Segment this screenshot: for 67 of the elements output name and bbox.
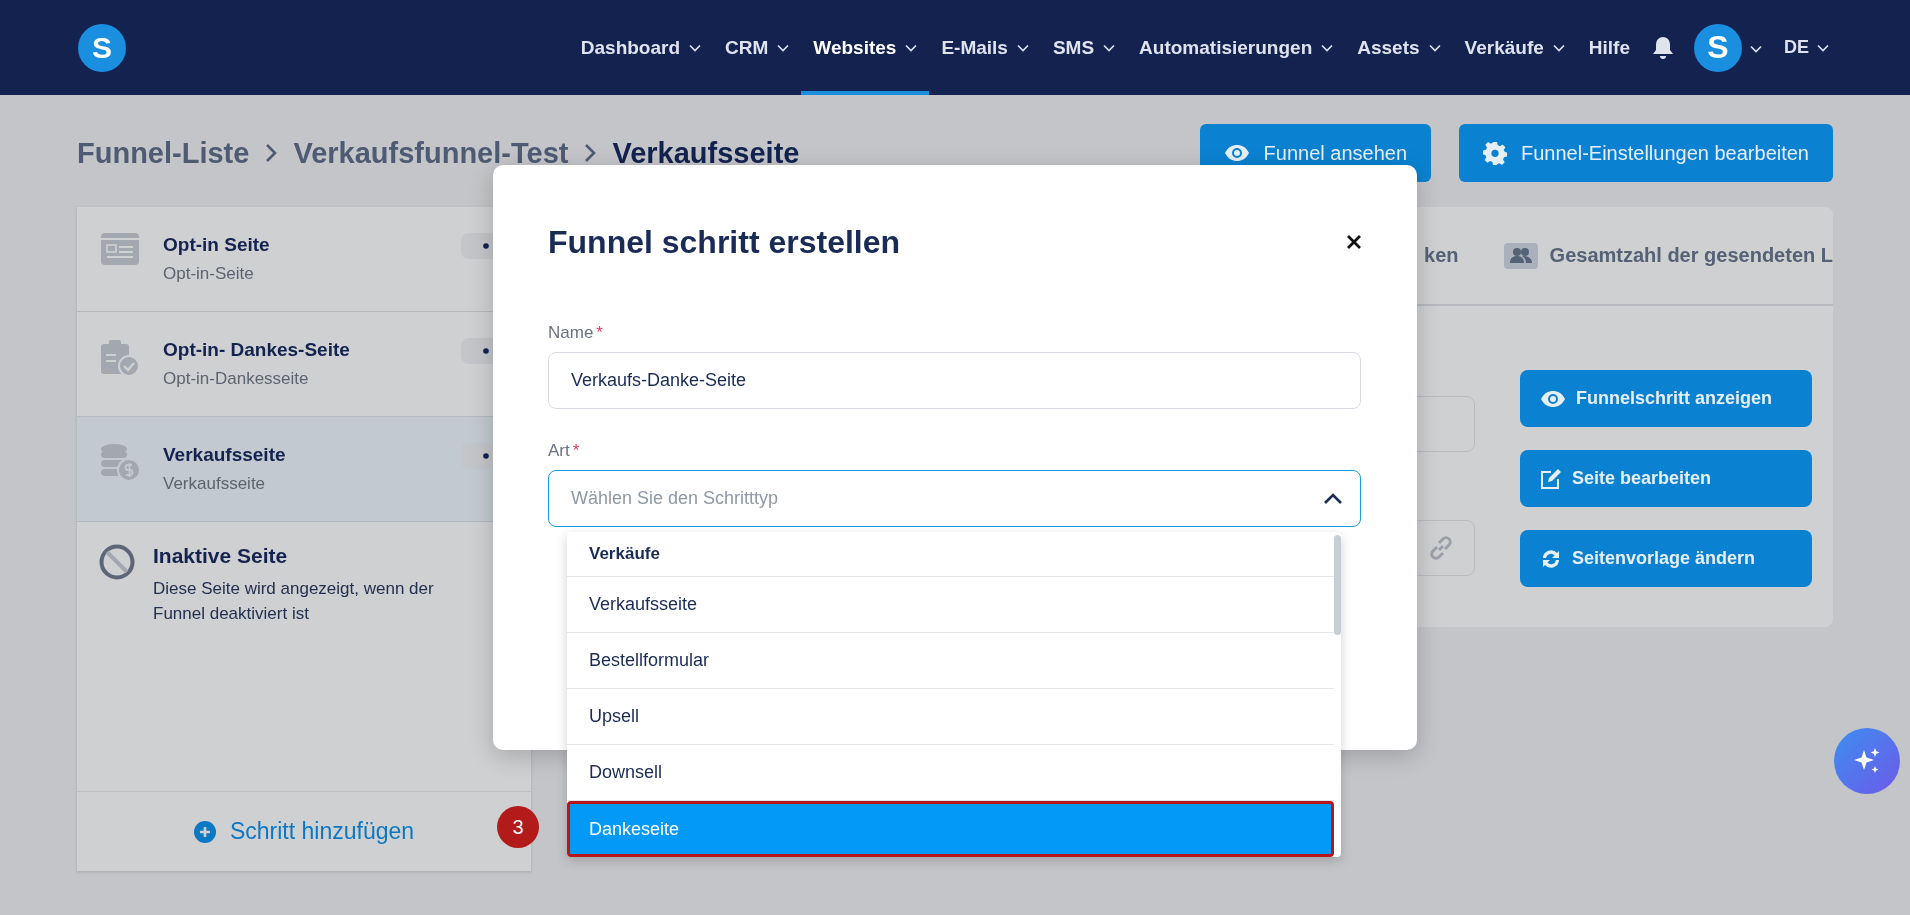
people-icon <box>1503 242 1538 269</box>
step-subtitle: Opt-in-Dankesseite <box>163 369 310 389</box>
chevron-down-icon <box>777 43 790 52</box>
step-subtitle: Verkaufsseite <box>163 474 267 494</box>
chevron-down-icon <box>1428 43 1441 52</box>
breadcrumb-item[interactable]: Funnel-Liste <box>77 136 250 170</box>
required-mark: * <box>572 441 580 461</box>
edit-icon <box>1540 467 1562 490</box>
chevron-right-icon <box>584 143 597 163</box>
eye-icon <box>1223 144 1250 162</box>
nav-menu-item[interactable]: Websites <box>801 0 930 95</box>
bell-icon[interactable] <box>1652 35 1674 60</box>
language-selector[interactable]: DE <box>1776 37 1837 58</box>
required-mark: * <box>596 323 603 343</box>
chevron-down-icon <box>1552 43 1565 52</box>
chevron-down-icon <box>1817 43 1829 52</box>
nav-menu-item[interactable]: CRM <box>713 0 802 95</box>
dropdown-option[interactable]: Verkaufsseite <box>567 577 1334 633</box>
inactive-page-description: Diese Seite wird angezeigt, wenn der Funnel deaktiviert ist <box>153 578 435 625</box>
step-subtitle: Opt-in-Seite <box>163 264 255 284</box>
edit-page-button[interactable]: Seite bearbeiten <box>1520 450 1812 507</box>
nav-menu-item[interactable]: Dashboard <box>568 0 714 95</box>
stats-tab[interactable]: ken <box>1424 244 1459 267</box>
chevron-down-icon <box>1016 43 1029 52</box>
chevron-up-icon <box>1323 493 1343 505</box>
dropdown-option[interactable]: Upsell <box>567 689 1334 745</box>
nav-menu-item[interactable]: Assets <box>1345 0 1453 95</box>
step-title: Opt-in Seite <box>163 234 271 256</box>
field-label: Name <box>548 323 594 343</box>
field-label: Art <box>548 441 570 461</box>
refresh-icon <box>1540 547 1562 570</box>
inactive-page-title: Inaktive Seite <box>153 544 289 568</box>
settings-button[interactable]: Funnel-Einstellungen bearbeiten <box>1459 124 1833 182</box>
chevron-down-icon <box>1750 44 1762 53</box>
plus-circle-icon <box>193 820 216 843</box>
dropdown-option[interactable]: Bestellformular <box>567 633 1334 689</box>
form-icon <box>101 233 139 265</box>
view-step-button[interactable]: Funnelschritt anzeigen <box>1520 370 1812 427</box>
step-title: Opt-in- Dankes-Seite <box>163 339 351 361</box>
clipboard-check-icon <box>101 338 139 376</box>
modal-title: Funnel schritt erstellen <box>548 223 901 261</box>
name-input[interactable]: Verkaufs-Danke-Seite <box>548 352 1361 409</box>
nav-menu-item[interactable]: Verkäufe <box>1452 0 1577 95</box>
stats-tab[interactable]: Gesamtzahl der gesendeten L <box>1503 242 1833 269</box>
change-template-button[interactable]: Seitenvorlage ändern <box>1520 530 1812 587</box>
nav-menu-item[interactable]: Hilfe <box>1576 0 1642 95</box>
chevron-down-icon <box>1321 43 1334 52</box>
chevron-down-icon <box>905 43 918 52</box>
step-title: Verkaufsseite <box>163 444 287 466</box>
scrollbar[interactable] <box>1334 535 1341 635</box>
settings-icon <box>1483 141 1507 165</box>
chevron-down-icon <box>1103 43 1116 52</box>
breadcrumb-item: Verkaufsseite <box>612 136 800 170</box>
chevron-down-icon <box>689 43 702 52</box>
coins-icon <box>100 443 140 483</box>
nav-menu-item[interactable]: SMS <box>1040 0 1128 95</box>
nav-menu-item[interactable]: Automatisierungen <box>1127 0 1346 95</box>
nav-menu-item[interactable]: E-Mails <box>929 0 1041 95</box>
close-icon <box>1347 235 1361 249</box>
breadcrumb-item[interactable]: Verkaufsfunnel-Test <box>293 136 569 170</box>
eye-icon <box>1540 389 1566 408</box>
close-button[interactable] <box>1347 235 1361 249</box>
chevron-right-icon <box>265 143 278 163</box>
link-icon <box>1428 535 1454 561</box>
dropdown-option[interactable]: Downsell <box>567 745 1334 801</box>
step-type-select[interactable]: Wählen Sie den Schritttyp <box>548 470 1361 527</box>
blocked-icon <box>99 544 135 580</box>
